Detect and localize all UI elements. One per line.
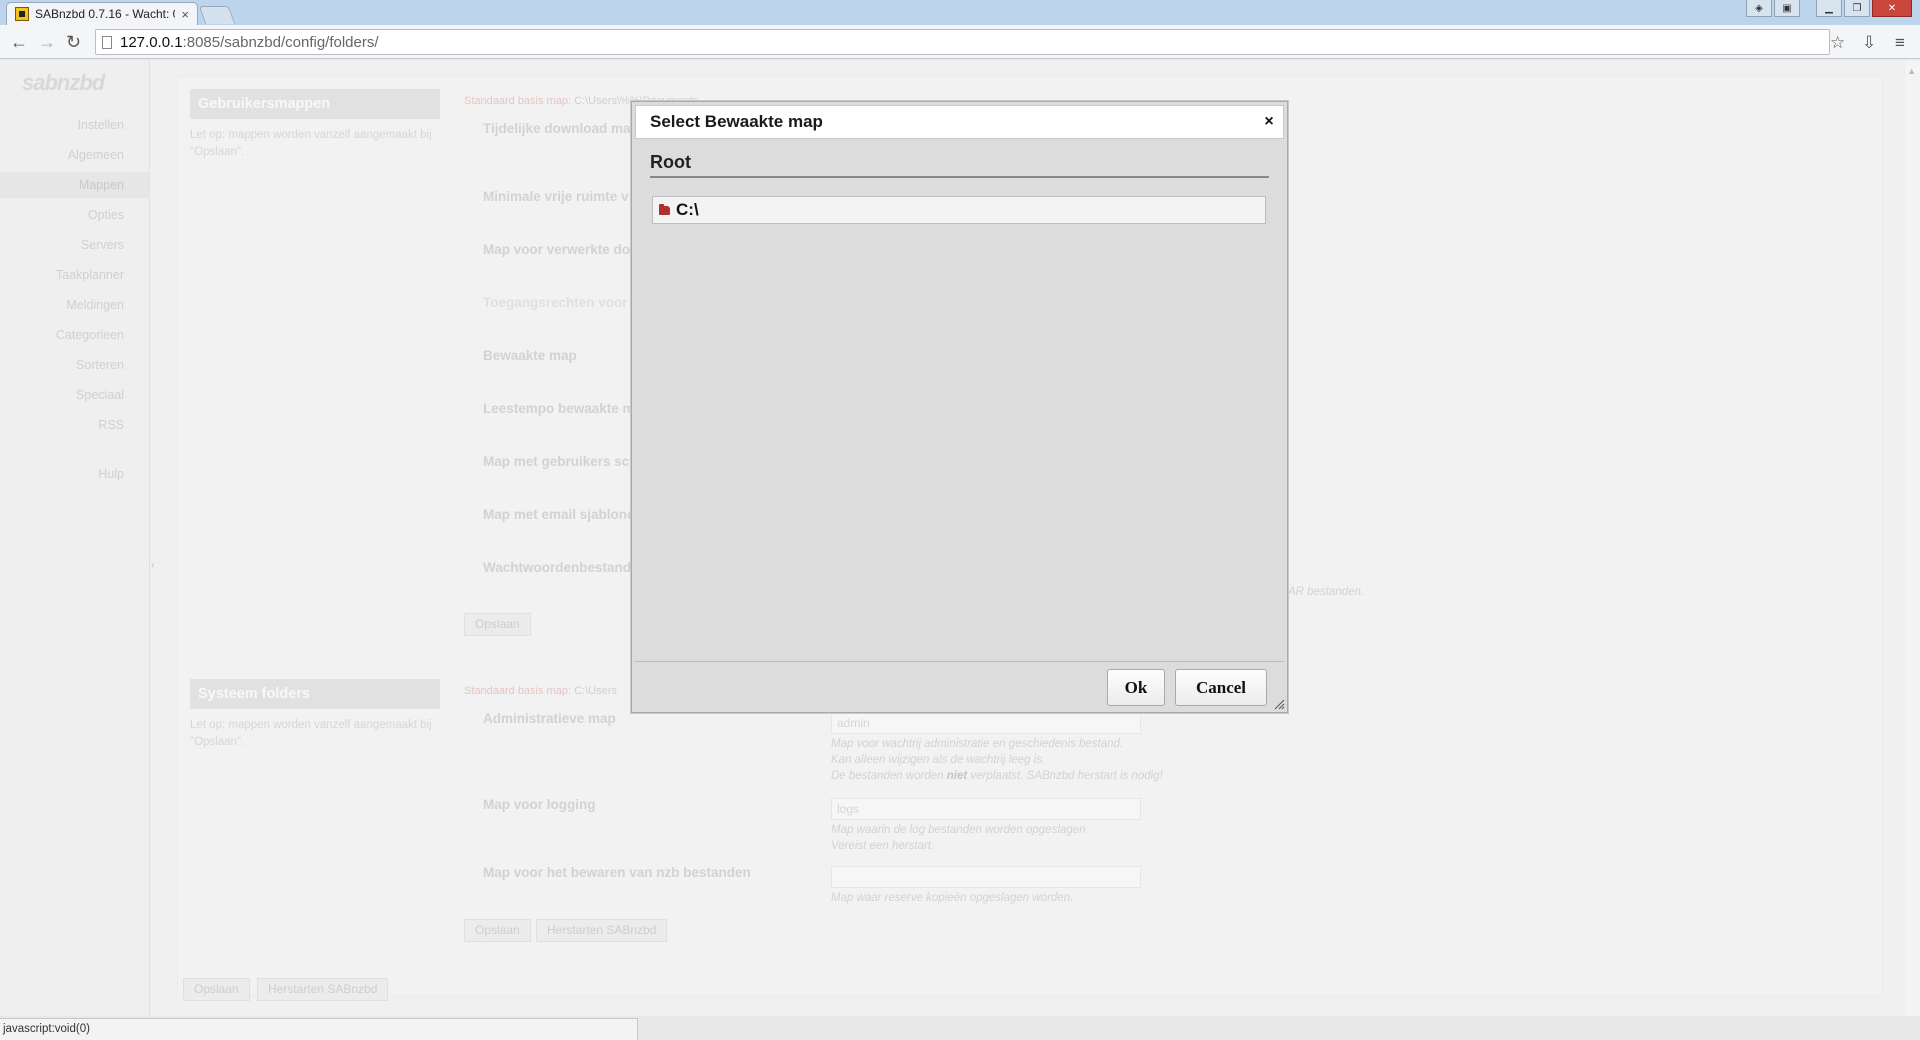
- window-controls: ◈ ▣ ▁ ❐ ✕: [1746, 0, 1912, 17]
- page-icon: [102, 35, 112, 49]
- url-host: 127.0.0.1: [120, 33, 183, 51]
- sabnzbd-favicon-icon: [15, 7, 29, 21]
- dialog-body: Root C:\: [635, 144, 1284, 662]
- ok-button[interactable]: Ok: [1107, 669, 1165, 706]
- dialog-titlebar[interactable]: Select Bewaakte map ×: [635, 105, 1284, 139]
- status-bar: javascript:void(0): [0, 1018, 638, 1040]
- close-window-icon[interactable]: ✕: [1872, 0, 1912, 17]
- folder-icon: [659, 203, 670, 215]
- maximize-icon[interactable]: ❐: [1844, 0, 1870, 17]
- back-arrow-icon[interactable]: ←: [10, 33, 28, 51]
- window-menu-icon[interactable]: ▣: [1774, 0, 1800, 17]
- dialog-title: Select Bewaakte map: [650, 112, 823, 131]
- tab-close-icon[interactable]: ×: [181, 7, 189, 22]
- profile-icon[interactable]: ◈: [1746, 0, 1772, 17]
- browser-tab[interactable]: SABnzbd 0.7.16 - Wacht: 0 ×: [6, 2, 198, 25]
- url-path: :8085/sabnzbd/config/folders/: [182, 33, 379, 51]
- browser-toolbar: ← → ↻ 127.0.0.1:8085/sabnzbd/config/fold…: [0, 25, 1920, 59]
- tab-title: SABnzbd 0.7.16 - Wacht: 0: [35, 7, 176, 21]
- folder-label: C:\: [676, 200, 699, 219]
- root-heading: Root: [650, 152, 1269, 178]
- reload-icon[interactable]: ↻: [66, 33, 81, 51]
- cancel-button[interactable]: Cancel: [1175, 669, 1267, 706]
- browser-titlebar: SABnzbd 0.7.16 - Wacht: 0 × ◈ ▣ ▁ ❐ ✕: [0, 0, 1920, 25]
- forward-arrow-icon[interactable]: →: [38, 33, 56, 51]
- dialog-close-icon[interactable]: ×: [1255, 113, 1283, 131]
- select-folder-dialog: Select Bewaakte map × Root C:\ Ok Cancel: [631, 101, 1288, 713]
- dialog-footer: Ok Cancel: [635, 662, 1284, 709]
- bookmark-star-icon[interactable]: ☆: [1830, 33, 1845, 53]
- new-tab-button[interactable]: [198, 6, 236, 24]
- folder-item[interactable]: C:\: [652, 196, 1266, 224]
- download-icon[interactable]: ⇩: [1862, 33, 1876, 53]
- menu-icon[interactable]: ≡: [1895, 33, 1905, 53]
- minimize-icon[interactable]: ▁: [1816, 0, 1842, 17]
- resize-grip-icon[interactable]: [1273, 698, 1285, 710]
- address-bar[interactable]: 127.0.0.1:8085/sabnzbd/config/folders/: [95, 29, 1830, 55]
